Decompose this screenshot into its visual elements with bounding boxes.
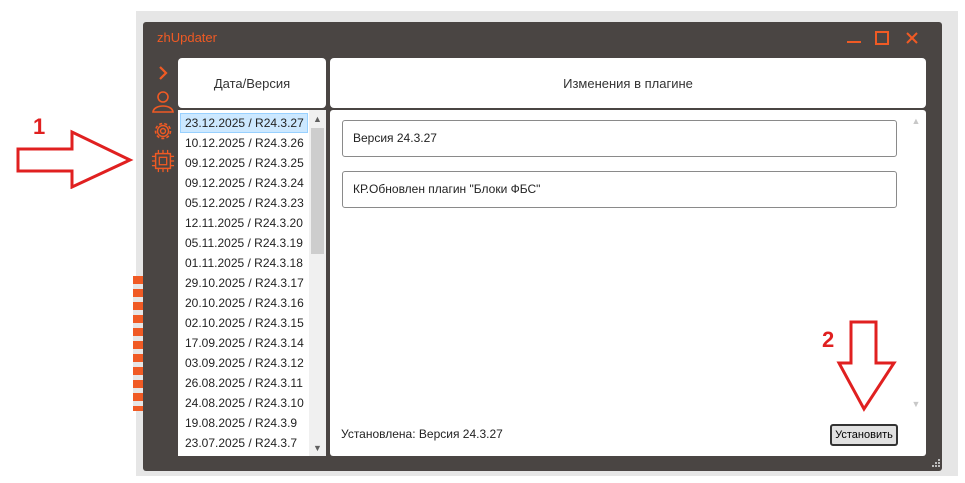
date-version-header: Дата/Версия	[178, 58, 326, 108]
window-title: zhUpdater	[157, 30, 217, 45]
version-list-item[interactable]: 02.10.2025 / R24.3.15	[180, 313, 308, 333]
version-list-items: 23.12.2025 / R24.3.27 10.12.2025 / R24.3.…	[180, 113, 308, 453]
scroll-down-icon[interactable]: ▼	[309, 439, 326, 456]
expand-sidebar-button[interactable]	[151, 60, 175, 86]
close-icon	[906, 32, 918, 44]
annotation-arrow-down-icon	[836, 320, 897, 412]
version-list-item[interactable]: 23.07.2025 / R24.3.7	[180, 433, 308, 453]
change-entry: Версия 24.3.27	[342, 120, 897, 157]
version-list-item[interactable]: 17.09.2025 / R24.3.14	[180, 333, 308, 353]
sidebar-item-user[interactable]	[151, 88, 175, 114]
annotation-number-2: 2	[822, 327, 835, 352]
version-list-item[interactable]: 09.12.2025 / R24.3.24	[180, 173, 308, 193]
scroll-thumb[interactable]	[311, 128, 324, 254]
resize-grip-icon[interactable]	[929, 458, 941, 470]
sidebar-item-updates[interactable]	[151, 148, 175, 174]
version-list-item[interactable]: 09.12.2025 / R24.3.25	[180, 153, 308, 173]
installed-version-label: Установлена: Версия 24.3.27	[341, 427, 503, 441]
version-list-item[interactable]: 29.10.2025 / R24.3.17	[180, 273, 308, 293]
version-list-item[interactable]: 20.10.2025 / R24.3.16	[180, 293, 308, 313]
scroll-up-icon[interactable]: ▲	[309, 110, 326, 127]
maximize-icon	[875, 31, 889, 45]
user-icon	[152, 91, 174, 113]
gear-icon	[154, 122, 172, 140]
annotation-arrow-right-icon	[16, 129, 134, 189]
install-button[interactable]: Установить	[830, 424, 898, 446]
sidebar-item-settings[interactable]	[151, 118, 175, 144]
version-list-item[interactable]: 03.09.2025 / R24.3.12	[180, 353, 308, 373]
scroll-down-icon[interactable]: ▼	[909, 395, 923, 412]
chevron-right-icon	[159, 66, 168, 80]
changes-scrollbar[interactable]: ▲ ▼	[909, 112, 923, 412]
changes-header: Изменения в плагине	[330, 58, 926, 108]
version-list-item[interactable]: 24.08.2025 / R24.3.10	[180, 393, 308, 413]
version-list-scrollbar[interactable]: ▲ ▼	[309, 110, 326, 456]
scroll-up-icon[interactable]: ▲	[909, 112, 923, 129]
version-list-item[interactable]: 12.11.2025 / R24.3.20	[180, 213, 308, 233]
change-entry: КР.Обновлен плагин "Блоки ФБС"	[342, 171, 897, 208]
version-list-item[interactable]: 23.12.2025 / R24.3.27	[180, 113, 308, 133]
version-list-item[interactable]: 05.11.2025 / R24.3.19	[180, 233, 308, 253]
minimize-button[interactable]	[844, 28, 864, 48]
minimize-icon	[847, 41, 861, 43]
close-button[interactable]	[902, 28, 922, 48]
version-list-item[interactable]: 05.12.2025 / R24.3.23	[180, 193, 308, 213]
version-list-item[interactable]: 10.12.2025 / R24.3.26	[180, 133, 308, 153]
version-list-item[interactable]: 01.11.2025 / R24.3.18	[180, 253, 308, 273]
version-list[interactable]: 23.12.2025 / R24.3.27 10.12.2025 / R24.3.…	[178, 110, 326, 456]
version-list-item[interactable]: 19.08.2025 / R24.3.9	[180, 413, 308, 433]
zhupdater-window: zhUpdater Дата/Версия Изменения в плагин…	[143, 22, 942, 471]
maximize-button[interactable]	[872, 28, 892, 48]
chip-icon	[151, 149, 175, 173]
version-list-item[interactable]: 26.08.2025 / R24.3.11	[180, 373, 308, 393]
